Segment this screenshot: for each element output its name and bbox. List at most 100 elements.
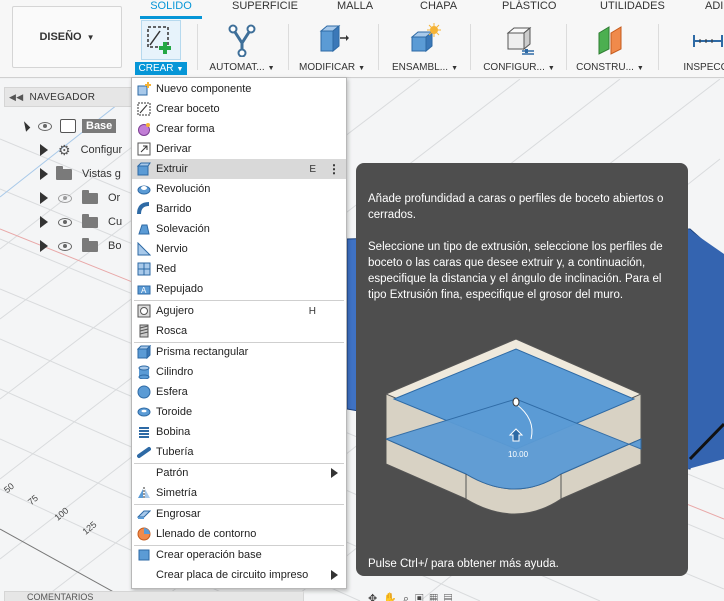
tab-solido[interactable]: SOLIDO [150, 0, 192, 12]
menu-item-label: Crear placa de circuito impreso [156, 569, 309, 581]
menu-item-label: Repujado [156, 283, 204, 295]
inspect-tool[interactable]: INSPECCI [672, 20, 724, 76]
browser-header[interactable]: ◀◀ NAVEGADOR [4, 87, 132, 107]
menu-item-derive[interactable]: Derivar [132, 139, 346, 159]
base-feature-icon [136, 547, 152, 563]
browser-item-root[interactable]: Base [19, 115, 117, 137]
browser-item-config[interactable]: ⚙ Configur [40, 139, 122, 161]
root-component-label: Base [82, 119, 117, 133]
menu-item-box[interactable]: Prisma rectangular [132, 342, 346, 362]
configure-tool[interactable]: CONFIGUR... ▼ [483, 20, 555, 76]
menu-item-create-sketch[interactable]: Crear boceto [132, 99, 346, 119]
tab-chapa[interactable]: CHAPA [420, 0, 457, 12]
browser-item-sketches[interactable]: Bo [40, 235, 121, 257]
viewports-icon[interactable]: ▤ [444, 593, 458, 601]
menu-item-label: Patrón [156, 467, 189, 479]
menu-item-label: Llenado de contorno [156, 528, 257, 540]
comments-panel[interactable]: COMENTARIOS [4, 591, 304, 601]
sweep-icon [136, 201, 152, 217]
menu-item-pcb[interactable]: Crear placa de circuito impreso [132, 565, 346, 585]
browser-item-bodies[interactable]: Cu [40, 211, 122, 233]
expand-icon[interactable] [40, 168, 48, 180]
menu-item-label: Crear forma [156, 123, 215, 135]
navigation-toolbar[interactable]: ✥✋⌕▣▦▤ [368, 592, 458, 601]
menu-item-pipe[interactable]: Tubería [132, 442, 346, 462]
menu-item-label: Engrosar [156, 508, 201, 520]
construct-icon [590, 20, 630, 60]
menu-item-hole[interactable]: Agujero H [132, 301, 346, 321]
coil-icon [136, 424, 152, 440]
workspace-selector[interactable]: DISEÑO ▼ [12, 6, 122, 68]
automate-tool[interactable]: AUTOMAT... ▼ [206, 20, 278, 76]
expand-icon[interactable] [40, 240, 48, 252]
collapse-icon[interactable]: ◀◀ [9, 92, 23, 103]
menu-item-boundary-fill[interactable]: Llenado de contorno [132, 524, 346, 544]
divider [658, 24, 659, 70]
tab-adi[interactable]: ADI [705, 0, 723, 12]
visibility-icon[interactable] [58, 217, 72, 227]
visibility-icon[interactable] [58, 241, 72, 251]
tab-plastico[interactable]: PLÁSTICO [502, 0, 556, 12]
menu-item-rib[interactable]: Nervio [132, 239, 346, 259]
modify-tool[interactable]: MODIFICAR ▼ [299, 20, 365, 76]
automate-icon [222, 20, 262, 60]
menu-item-loft[interactable]: Solevación [132, 219, 346, 239]
menu-item-emboss[interactable]: A Repujado [132, 279, 346, 299]
menu-item-create-form[interactable]: Crear forma [132, 119, 346, 139]
expand-icon[interactable] [40, 216, 48, 228]
menu-item-sweep[interactable]: Barrido [132, 199, 346, 219]
menu-item-coil[interactable]: Bobina [132, 422, 346, 442]
menu-item-label: Bobina [156, 426, 191, 438]
menu-item-new-component[interactable]: Nuevo componente [132, 79, 346, 99]
menu-item-revolve[interactable]: Revolución [132, 179, 346, 199]
submenu-arrow-icon [331, 570, 338, 580]
display-icon[interactable]: ▣ [415, 593, 429, 601]
menu-item-label: Crear boceto [156, 103, 220, 115]
rib-icon [136, 241, 152, 257]
create-sketch-icon [141, 20, 181, 60]
menu-item-cylinder[interactable]: Cilindro [132, 362, 346, 382]
menu-item-thread[interactable]: Rosca [132, 321, 346, 341]
construct-tool[interactable]: CONSTRU... ▼ [576, 20, 644, 76]
grid-icon[interactable]: ▦ [429, 593, 443, 601]
measure-icon [687, 20, 724, 60]
menu-item-torus[interactable]: Toroide [132, 402, 346, 422]
menu-item-extrude[interactable]: Extruir E ⋮ [132, 159, 346, 179]
browser-item-views[interactable]: Vistas g [40, 163, 121, 185]
shortcut-label: H [308, 305, 316, 317]
menu-item-label: Extruir [156, 163, 188, 175]
pan-icon[interactable]: ✋ [383, 593, 403, 601]
tab-malla[interactable]: MALLA [337, 0, 373, 12]
box-icon [136, 344, 152, 360]
expand-icon[interactable] [19, 120, 31, 132]
create-tool[interactable]: CREAR ▼ [133, 20, 189, 76]
divider [378, 24, 379, 70]
browser-panel: ◀◀ NAVEGADOR Base ⚙ Configur Vistas g Or [4, 87, 132, 259]
menu-item-sphere[interactable]: Esfera [132, 382, 346, 402]
divider [470, 24, 471, 70]
tab-utilidades[interactable]: UTILIDADES [600, 0, 665, 12]
svg-text:A: A [141, 286, 147, 295]
menu-item-web[interactable]: Red [132, 259, 346, 279]
menu-item-pattern[interactable]: Patrón [132, 463, 346, 483]
hidden-icon[interactable] [58, 193, 72, 203]
menu-item-mirror[interactable]: Simetría [132, 483, 346, 503]
assemble-tool[interactable]: ENSAMBL... ▼ [390, 20, 460, 76]
pipe-icon [136, 444, 152, 460]
visibility-icon[interactable] [38, 121, 52, 131]
tooltip-description: Seleccione un tipo de extrusión, selecci… [368, 241, 663, 301]
menu-item-thicken[interactable]: Engrosar [132, 504, 346, 524]
browser-item-origin[interactable]: Or [40, 187, 120, 209]
divider [288, 24, 289, 70]
expand-icon[interactable] [40, 144, 48, 156]
orbit-icon[interactable]: ✥ [368, 593, 383, 601]
modify-icon [312, 20, 352, 60]
zoom-icon[interactable]: ⌕ [403, 593, 415, 601]
sphere-icon [136, 384, 152, 400]
menu-item-label: Tubería [156, 446, 194, 458]
tab-superficie[interactable]: SUPERFICIE [232, 0, 298, 12]
gear-icon: ⚙ [58, 141, 71, 158]
more-options-icon[interactable]: ⋮ [328, 162, 340, 176]
menu-item-base-feature[interactable]: Crear operación base [132, 545, 346, 565]
expand-icon[interactable] [40, 192, 48, 204]
